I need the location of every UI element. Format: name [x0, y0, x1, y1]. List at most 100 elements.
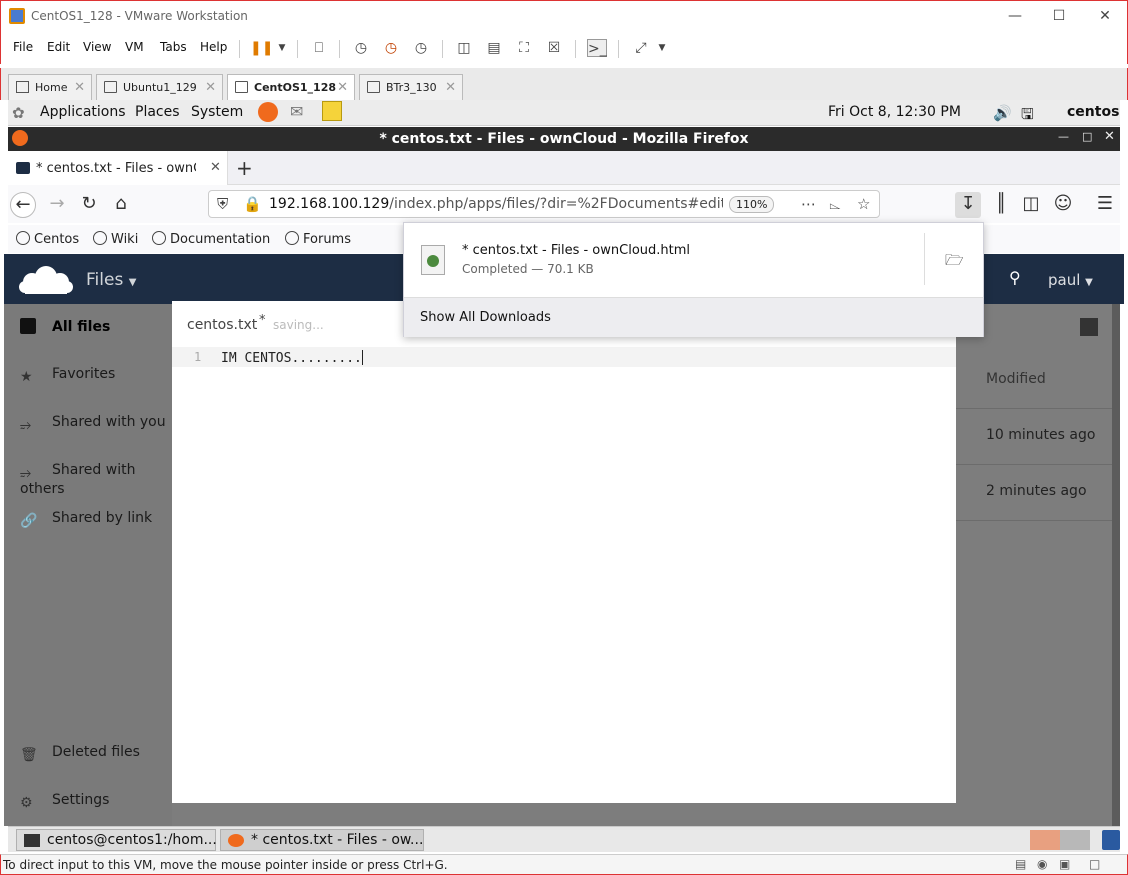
message-log-icon[interactable]: □: [1089, 857, 1100, 871]
minimize-icon[interactable]: —: [992, 5, 1038, 29]
url-bar[interactable]: ⛨ 🔒 192.168.100.129/index.php/apps/files…: [208, 190, 880, 218]
library-icon[interactable]: ║: [988, 192, 1014, 218]
revert-snapshot-icon[interactable]: ◷: [381, 39, 401, 57]
cdrom-icon[interactable]: ◉: [1037, 857, 1047, 871]
vm-tab-label: BTr3_130: [386, 81, 437, 94]
workspace-2-icon[interactable]: [1060, 830, 1090, 850]
nav-all-files[interactable]: All files: [20, 318, 110, 335]
applications-menu[interactable]: Applications: [40, 104, 126, 120]
back-icon[interactable]: ←: [10, 192, 36, 218]
reload-icon[interactable]: ↻: [76, 192, 102, 218]
editor-text-area[interactable]: IM CENTOS.........: [221, 350, 363, 366]
bookmark-documentation[interactable]: Documentation: [152, 231, 270, 247]
network-icon[interactable]: 🖫: [1021, 104, 1034, 129]
maximize-icon[interactable]: □: [1082, 130, 1092, 143]
browser-tab-centos[interactable]: * centos.txt - Files - ownCloud ✕: [8, 151, 228, 185]
snapshot-manager-icon[interactable]: ◷: [411, 39, 431, 57]
menu-edit[interactable]: Edit: [47, 40, 70, 54]
workspace-1-icon[interactable]: [1030, 830, 1060, 850]
link-icon: 🔗: [20, 513, 38, 529]
menu-view[interactable]: View: [83, 40, 111, 54]
vm-icon: [367, 81, 380, 93]
editor-line[interactable]: 1 IM CENTOS.........: [172, 347, 956, 367]
close-tab-icon[interactable]: ✕: [210, 160, 221, 175]
taskbar-terminal[interactable]: centos@centos1:/hom...: [16, 829, 217, 851]
places-menu[interactable]: Places: [135, 104, 180, 120]
nav-shared-by-link[interactable]: 🔗 Shared by link: [20, 510, 152, 529]
nav-deleted-files[interactable]: 🗑 Deleted files: [20, 744, 140, 763]
nav-favorites[interactable]: ★ Favorites: [20, 366, 115, 385]
bookmark-centos[interactable]: Centos: [16, 231, 79, 247]
nav-label: Shared with others: [20, 462, 136, 497]
pocket-icon[interactable]: ⌳: [829, 195, 841, 213]
owncloud-logo-icon[interactable]: [18, 262, 74, 296]
downloads-icon[interactable]: ↧: [955, 192, 981, 218]
vm-tab-centos[interactable]: CentOS1_128 ✕: [227, 74, 355, 100]
panel-user[interactable]: centos: [1067, 104, 1119, 120]
volume-icon[interactable]: 🔊: [993, 104, 1012, 122]
mail-launcher-icon[interactable]: ✉: [290, 102, 303, 121]
sidebar-icon[interactable]: ◫: [1018, 192, 1044, 218]
open-folder-icon[interactable]: 🗁: [945, 250, 964, 275]
console-icon[interactable]: >_: [587, 39, 607, 57]
close-icon[interactable]: ✕: [1082, 5, 1128, 29]
firefox-launcher-icon[interactable]: [258, 102, 278, 122]
grid-view-icon[interactable]: [1080, 318, 1098, 336]
nav-settings[interactable]: ⚙ Settings: [20, 792, 109, 811]
close-tab-icon[interactable]: ✕: [337, 80, 348, 95]
close-tab-icon[interactable]: ✕: [445, 80, 456, 95]
menu-file[interactable]: File: [13, 40, 33, 54]
forward-icon[interactable]: →: [44, 192, 70, 218]
vm-tab-btr3[interactable]: BTr3_130 ✕: [359, 74, 463, 100]
vm-tab-ubuntu[interactable]: Ubuntu1_129 ✕: [96, 74, 223, 100]
page-actions-icon[interactable]: ⋯: [801, 195, 816, 213]
maximize-icon[interactable]: ☐: [1036, 5, 1082, 29]
column-modified[interactable]: Modified: [986, 371, 1046, 387]
user-menu[interactable]: paul ▼: [1048, 271, 1093, 289]
send-keys-icon[interactable]: ⎕: [309, 39, 329, 57]
home-icon[interactable]: ⌂: [108, 192, 134, 218]
pause-icon[interactable]: ❚❚: [250, 39, 273, 57]
insecure-lock-icon[interactable]: 🔒: [243, 195, 262, 213]
sidebar-toggle-icon[interactable]: ◫: [454, 39, 474, 57]
bookmark-wiki[interactable]: Wiki: [93, 231, 138, 247]
account-icon[interactable]: ☺: [1050, 192, 1076, 218]
menu-tabs[interactable]: Tabs: [160, 40, 187, 54]
chevron-down-icon[interactable]: ▼: [272, 39, 292, 57]
shield-icon[interactable]: ⛨: [217, 195, 228, 213]
unity-icon[interactable]: ☒: [544, 39, 564, 57]
close-tab-icon[interactable]: ✕: [74, 80, 85, 95]
show-desktop-icon[interactable]: [1102, 830, 1120, 850]
panel-clock[interactable]: Fri Oct 8, 12:30 PM: [828, 104, 961, 120]
page-scrollbar[interactable]: [1112, 304, 1120, 826]
fullscreen-icon[interactable]: ⛶: [514, 39, 534, 57]
close-icon[interactable]: ✕: [1104, 129, 1115, 144]
system-menu[interactable]: System: [191, 104, 243, 120]
bookmark-star-icon[interactable]: ☆: [857, 195, 870, 213]
vmware-title-bar: CentOS1_128 - VMware Workstation — ☐ ✕: [0, 0, 1128, 32]
nav-shared-with-you[interactable]: ⥴ Shared with you: [20, 414, 166, 433]
hdd-icon[interactable]: ▤: [1015, 857, 1026, 871]
menu-vm[interactable]: VM: [125, 40, 144, 54]
download-item[interactable]: * centos.txt - Files - ownCloud.html Com…: [404, 223, 984, 297]
url-text[interactable]: 192.168.100.129/index.php/apps/files/?di…: [269, 196, 723, 212]
stretch-icon[interactable]: ⤢: [631, 39, 651, 57]
show-all-downloads-button[interactable]: Show All Downloads: [404, 297, 983, 337]
chevron-down-icon[interactable]: ▼: [652, 39, 672, 57]
search-icon[interactable]: ⚲: [1009, 268, 1021, 287]
vm-tab-home[interactable]: Home ✕: [8, 74, 92, 100]
menu-help[interactable]: Help: [200, 40, 227, 54]
hamburger-menu-icon[interactable]: ☰: [1092, 192, 1118, 218]
minimize-icon[interactable]: —: [1058, 130, 1069, 143]
zoom-indicator[interactable]: 110%: [729, 196, 775, 213]
close-tab-icon[interactable]: ✕: [205, 80, 216, 95]
notes-launcher-icon[interactable]: [322, 101, 342, 121]
new-tab-icon[interactable]: +: [236, 156, 253, 180]
taskbar-firefox[interactable]: * centos.txt - Files - ow...: [220, 829, 424, 851]
app-menu[interactable]: Files ▼: [86, 270, 136, 290]
bookmark-forums[interactable]: Forums: [285, 231, 351, 247]
snapshot-icon[interactable]: ◷: [351, 39, 371, 57]
network-adapter-icon[interactable]: ▣: [1059, 857, 1070, 871]
thumbnail-bar-icon[interactable]: ▤: [484, 39, 504, 57]
nav-shared-with-others[interactable]: ⥴ Shared with others: [20, 462, 172, 497]
